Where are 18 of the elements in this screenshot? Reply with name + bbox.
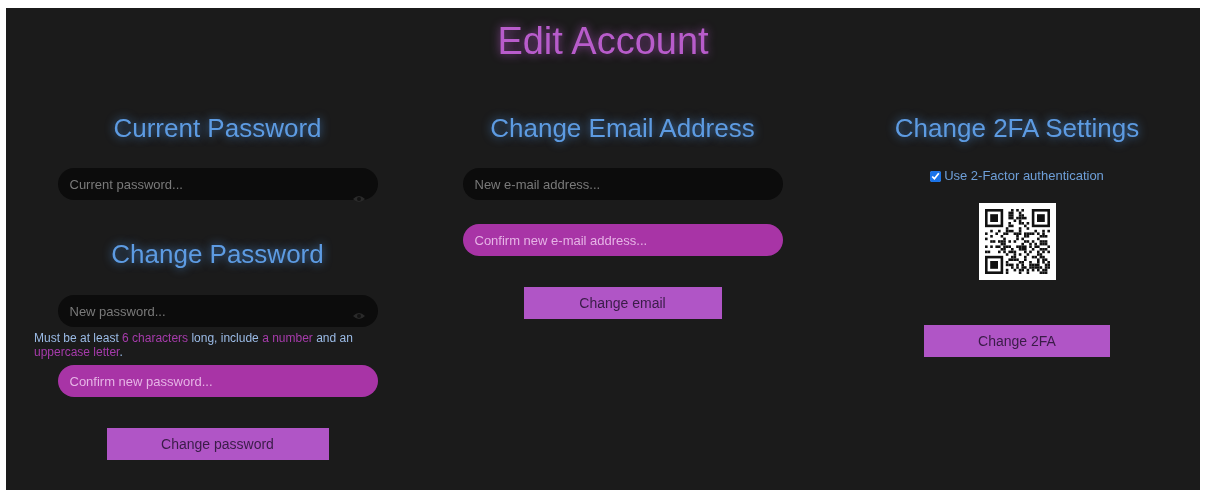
confirm-field[interactable]: Confirm new password...	[57, 365, 378, 397]
section-heading: Change 2FA Settings	[894, 113, 1140, 144]
section-heading: Current Password	[113, 113, 322, 144]
input-field[interactable]: New e-mail address...	[462, 168, 783, 200]
section-heading: Change Email Address	[490, 113, 755, 144]
checkbox-label[interactable]: Use 2-Factor authentication	[944, 166, 1104, 186]
submit-button[interactable]: Change password	[106, 428, 329, 460]
eye-icon[interactable]	[351, 194, 366, 204]
submit-button[interactable]: Change email	[523, 287, 722, 319]
password-hint: Must be at least 6 characters long, include a number and an uppercase letter.	[34, 331, 354, 359]
eye-icon[interactable]	[351, 311, 366, 321]
confirm-field[interactable]: Confirm new e-mail address...	[462, 224, 783, 256]
input-field[interactable]: New password...	[57, 295, 378, 327]
input-field[interactable]: Current password...	[57, 168, 378, 200]
page-title: Edit Account	[497, 19, 709, 64]
checkbox[interactable]	[930, 170, 942, 182]
submit-button[interactable]: Change 2FA	[924, 325, 1110, 357]
section-heading: Change Password	[111, 239, 324, 270]
